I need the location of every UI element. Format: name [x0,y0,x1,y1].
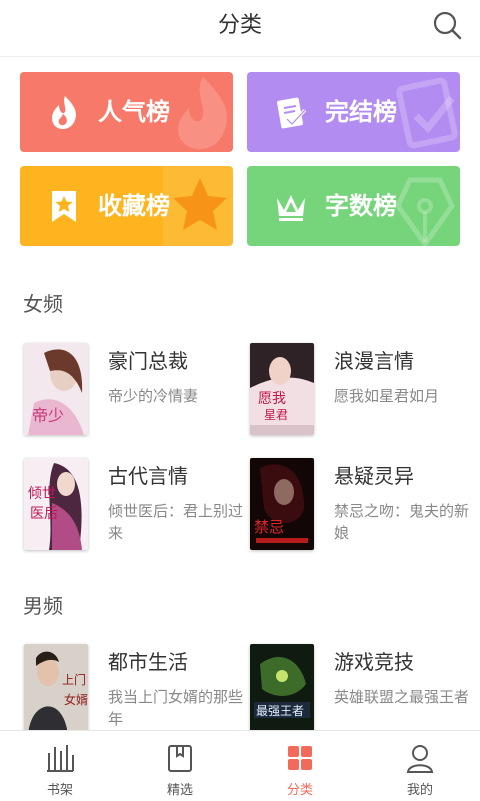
star-watermark-icon [163,166,233,246]
svg-text:星君: 星君 [264,408,288,422]
featured-book-title: 帝少的冷情妻 [108,387,199,405]
bottom-tab-bar: 书架 精选 分类 我的 [0,730,480,801]
tab-profile[interactable]: 我的 [360,731,480,801]
check-doc-watermark-icon [396,77,458,149]
category-name: 浪漫言情 [334,349,414,373]
featured-book-title: 禁忌之吻：鬼夫的新娘 [334,502,470,542]
book-cover: 最强王者 [250,644,314,736]
featured-book-title: 我当上门女婿的那些年 [108,688,244,728]
pen-nib-watermark-icon [395,177,455,246]
category-item[interactable]: 上门 女婿 都市生活 我当上门女婿的那些年 [24,644,243,744]
flame-icon [52,96,76,129]
category-name: 游戏竞技 [334,650,414,674]
ranking-label: 收藏榜 [98,192,170,220]
ranking-popular-button[interactable]: 人气榜 [20,72,233,152]
svg-text:愿我: 愿我 [258,391,286,407]
svg-text:最强王者: 最强王者 [256,704,304,718]
book-icon [168,745,192,772]
category-item[interactable]: 最强王者 游戏竞技 英雄联盟之最强王者 [250,644,469,744]
featured-book-title: 倾世医后：君上别过来 [108,502,244,542]
featured-book-title: 英雄联盟之最强王者 [334,688,470,706]
bookshelf-icon [47,745,74,772]
category-name: 豪门总裁 [108,349,188,373]
svg-text:倾世: 倾世 [28,486,56,502]
page-title: 分类 [217,13,262,38]
tab-label: 书架 [46,783,73,798]
category-name: 都市生活 [108,650,188,674]
svg-text:女婿: 女婿 [64,692,88,707]
search-icon[interactable] [432,10,462,40]
svg-text:上门: 上门 [62,672,86,687]
top-bar: 分类 [0,0,480,57]
ranking-label: 人气榜 [98,98,170,126]
section-title-female: 女频 [23,292,63,316]
tab-bookshelf[interactable]: 书架 [0,731,120,801]
grid-icon [288,746,312,770]
svg-text:医后: 医后 [30,506,58,522]
tab-category[interactable]: 分类 [240,731,360,801]
category-name: 古代言情 [108,464,188,488]
svg-text:禁忌: 禁忌 [254,518,284,536]
section-title-male: 男频 [23,594,63,618]
book-cover: 上门 女婿 [24,644,88,736]
category-item[interactable]: 帝少 豪门总裁 帝少的冷情妻 [24,343,239,443]
category-item[interactable]: 禁忌 悬疑灵异 禁忌之吻：鬼夫的新娘 [250,458,469,558]
ranking-label: 完结榜 [325,98,397,126]
user-icon [406,745,434,773]
featured-book-title: 愿我如星君如月 [334,387,440,405]
svg-text:帝少: 帝少 [32,406,64,425]
check-doc-icon [277,97,307,129]
ranking-favorites-button[interactable]: 收藏榜 [20,166,233,246]
category-name: 悬疑灵异 [334,464,414,488]
book-cover: 禁忌 [250,458,314,550]
tab-label: 分类 [286,783,313,798]
ranking-completed-button[interactable]: 完结榜 [247,72,460,152]
category-item[interactable]: 愿我 星君 浪漫言情 愿我如星君如月 [250,343,465,443]
flame-watermark-icon [178,77,227,150]
tab-label: 精选 [166,783,193,798]
category-item[interactable]: 倾世 医后 古代言情 倾世医后：君上别过来 [24,458,243,558]
tab-featured[interactable]: 精选 [120,731,240,801]
crown-icon [277,195,305,221]
ranking-label: 字数榜 [325,192,397,220]
book-cover: 愿我 星君 [250,343,314,435]
book-cover: 帝少 [24,343,88,435]
book-cover: 倾世 医后 [24,458,88,550]
bookmark-star-icon [52,191,76,222]
ranking-wordcount-button[interactable]: 字数榜 [247,166,460,246]
tab-label: 我的 [406,783,433,798]
